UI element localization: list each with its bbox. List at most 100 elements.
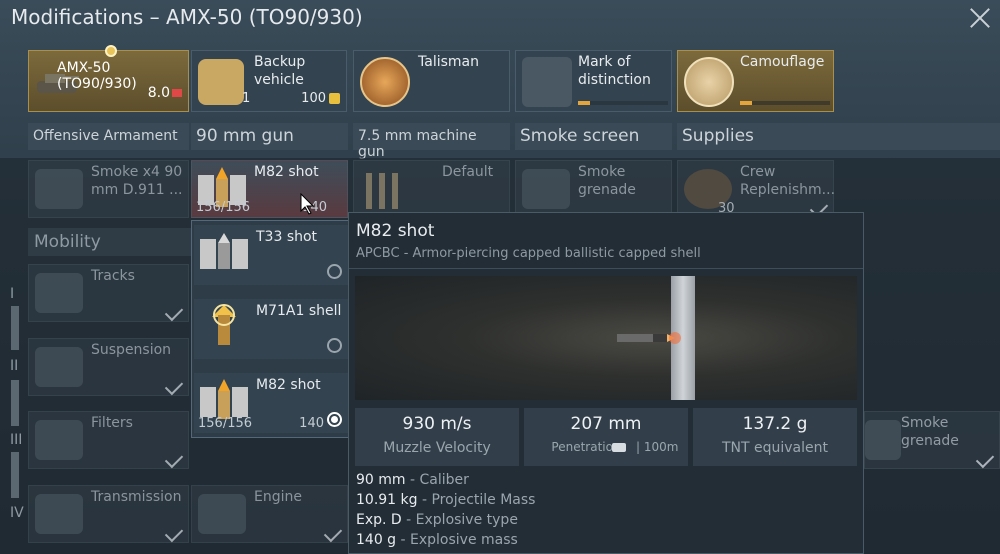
flag-icon (172, 89, 182, 97)
category-machine-gun: 7.5 mm machine gun (353, 123, 510, 160)
talisman-icon (360, 57, 410, 107)
tracks-icon (35, 273, 83, 313)
tier-3: III (10, 432, 23, 448)
detail-label: - Explosive type (401, 512, 518, 528)
detail-value: 140 g (356, 532, 397, 548)
tooltip-subtitle: APCBC - Armor-piercing capped ballistic … (356, 246, 701, 261)
ammo-option-m71a1[interactable]: M71A1 shell (194, 299, 348, 359)
transmission-label: Transmission (91, 489, 182, 505)
smoke-grenade-icon (522, 169, 570, 209)
window-title: Modifications – AMX-50 (TO90/930) (11, 5, 363, 29)
engine-label: Engine (254, 489, 302, 505)
category-offensive-armament: Offensive Armament (28, 123, 189, 150)
camouflage-card[interactable]: Camouflage (677, 50, 834, 112)
brush-icon (522, 57, 572, 107)
filters-slot[interactable]: Filters (28, 411, 189, 469)
stat-value: 137.2 g (742, 414, 808, 434)
stat-caption: TNT equivalent (721, 440, 829, 456)
check-icon (164, 449, 184, 469)
detail-explosive-type: Exp. D - Explosive type (356, 512, 518, 528)
smoke-grenade-label-1: Smoke (578, 164, 626, 180)
smoke-grenade-slot-right[interactable]: Smoke grenade (864, 411, 1000, 469)
selected-ammo-slot[interactable]: M82 shot 156/156 140 (191, 160, 348, 218)
camouflage-progress (740, 101, 830, 105)
mark-progress (578, 101, 668, 105)
premium-dot-icon (105, 45, 117, 57)
suspension-label: Suspension (91, 342, 172, 358)
transmission-slot[interactable]: Transmission (28, 485, 189, 543)
engine-slot[interactable]: Engine (191, 485, 348, 543)
crew-replenishment-slot[interactable]: Crew Replenishm... 30 (677, 160, 836, 218)
stat-muzzle-velocity: 930 m/s Muzzle Velocity (355, 408, 519, 466)
radio-button-selected[interactable] (327, 412, 342, 427)
filters-label: Filters (91, 415, 133, 431)
detail-label: - Projectile Mass (417, 492, 536, 508)
ammo-option-count2: 140 (299, 416, 324, 431)
smoke-shell-slot[interactable]: Smoke x4 90 mm D.911 ... (28, 160, 189, 218)
backup-icon (198, 59, 244, 105)
crew-label-1: Crew (740, 164, 776, 180)
projectile-icon (617, 332, 681, 344)
ammo-option-name: M82 shot (256, 377, 321, 393)
talisman-label: Talisman (418, 54, 479, 70)
backup-vehicle-card[interactable]: Backup vehicle 1 100 (191, 50, 347, 112)
stat-value: 207 mm (570, 414, 642, 434)
transmission-icon (35, 494, 83, 534)
detail-label: - Explosive mass (396, 532, 518, 548)
shell-icon (200, 379, 248, 419)
check-icon (975, 449, 995, 469)
battle-rating: 8.0 (147, 85, 170, 101)
eagle-icon (329, 93, 340, 104)
mg-default-slot[interactable]: Default (353, 160, 510, 218)
backup-label-2: vehicle (254, 72, 304, 88)
camouflage-label: Camouflage (740, 54, 825, 70)
mg-ammo-icon (366, 173, 398, 209)
stat-caption-distance: | 100m (636, 440, 679, 454)
radio-button[interactable] (327, 338, 342, 353)
category-smoke-screen: Smoke screen (515, 123, 672, 150)
mouse-cursor-icon (300, 193, 315, 215)
mg-default-label: Default (442, 164, 494, 180)
shell-icon (200, 233, 248, 269)
stat-tnt-equivalent: 137.2 g TNT equivalent (693, 408, 857, 466)
ammo-option-t33[interactable]: T33 shot (194, 225, 348, 285)
smoke-grenade-slot[interactable]: Smoke grenade (515, 160, 672, 218)
shell-icon (212, 304, 236, 345)
penetration-animation (355, 276, 857, 400)
category-90mm-gun: 90 mm gun (191, 123, 348, 150)
check-icon (164, 376, 184, 396)
stat-penetration: 207 mm Penetration | 100m (524, 408, 688, 466)
tier-1: I (10, 286, 15, 302)
tracks-slot[interactable]: Tracks (28, 264, 189, 322)
tier-4: IV (10, 505, 24, 521)
close-icon[interactable] (966, 4, 994, 32)
vehicle-card[interactable]: AMX-50 (TO90/930) 8.0 (28, 45, 189, 112)
mark-of-distinction-card[interactable]: Mark of distinction (515, 50, 672, 112)
suspension-icon (35, 347, 83, 387)
smoke-grenade-icon (865, 420, 901, 460)
tracks-label: Tracks (91, 268, 135, 284)
title-bar: Modifications – AMX-50 (TO90/930) (0, 0, 1000, 38)
check-icon (164, 302, 184, 322)
tier-bar (11, 306, 19, 350)
detail-value: 90 mm (356, 472, 406, 488)
ammo-option-m82[interactable]: M82 shot 156/156 140 (194, 373, 348, 433)
ammo-tooltip: M82 shot APCBC - Armor-piercing capped b… (348, 212, 864, 554)
crew-label-2: Replenishm... (740, 182, 836, 198)
detail-value: Exp. D (356, 512, 402, 528)
tier-bar (11, 452, 19, 498)
ammo-option-count: 156/156 (198, 416, 253, 431)
smoke-shell-icon (35, 169, 83, 209)
detail-value: 10.91 kg (356, 492, 418, 508)
radio-button[interactable] (327, 264, 342, 279)
talisman-card[interactable]: Talisman (353, 50, 510, 112)
camouflage-icon (684, 57, 734, 107)
smoke-shell-label-2: mm D.911 ... (91, 182, 183, 198)
detail-projectile-mass: 10.91 kg - Projectile Mass (356, 492, 535, 508)
suspension-slot[interactable]: Suspension (28, 338, 189, 396)
mark-label-1: Mark of (578, 54, 631, 70)
divider (349, 268, 863, 269)
tier-bar (11, 380, 19, 426)
engine-icon (198, 494, 246, 534)
backup-count: 1 (242, 91, 251, 106)
